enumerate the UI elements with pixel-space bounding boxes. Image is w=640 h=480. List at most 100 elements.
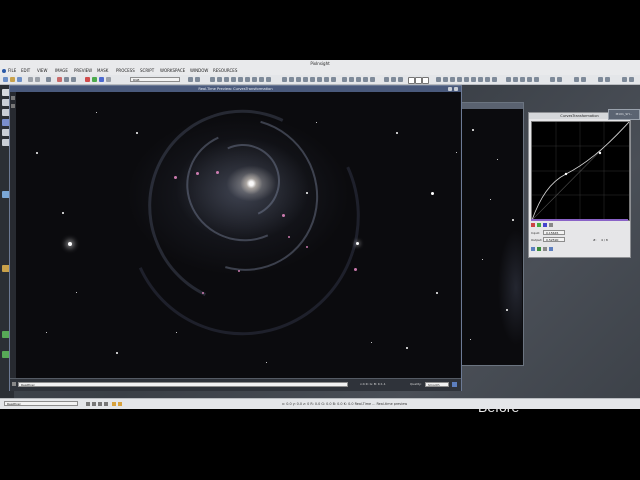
bg-gray-icon[interactable] xyxy=(415,77,422,84)
menu-script[interactable]: SCRIPT xyxy=(140,67,154,75)
channel-blue-icon[interactable] xyxy=(99,77,104,82)
menu-image[interactable]: IMAGE xyxy=(55,67,68,75)
curves-graph[interactable] xyxy=(531,121,630,221)
menu-resources[interactable]: RESOURCES xyxy=(213,67,237,75)
menu-file[interactable]: FILE xyxy=(8,67,16,75)
edit-preview-icon[interactable] xyxy=(245,77,250,82)
image-thumbnail[interactable]: M101_SH... xyxy=(608,109,640,120)
view-icon-e[interactable] xyxy=(598,77,603,82)
menu-mask[interactable]: MASK xyxy=(97,67,108,75)
new-instance-icon[interactable] xyxy=(531,247,535,251)
undo-icon[interactable] xyxy=(28,77,33,82)
mask-invert-icon[interactable] xyxy=(64,77,69,82)
process-icon-a[interactable] xyxy=(450,77,455,82)
crop-tool-icon[interactable] xyxy=(266,77,271,82)
preview-view-select[interactable]: RealPixel xyxy=(18,382,348,387)
dynamic-tool-icon[interactable] xyxy=(252,77,257,82)
status-icon-b[interactable] xyxy=(92,402,96,406)
mask-show-icon[interactable] xyxy=(71,77,76,82)
view-icon-g[interactable] xyxy=(622,77,627,82)
menu-edit[interactable]: EDIT xyxy=(21,67,30,75)
preview-close-icon[interactable] xyxy=(454,87,458,91)
preview-shade-icon[interactable] xyxy=(448,87,452,91)
channel-b-button[interactable] xyxy=(543,223,547,227)
zoom-2to1-icon[interactable] xyxy=(310,77,315,82)
window-icon-c[interactable] xyxy=(520,77,525,82)
pan-icon[interactable] xyxy=(217,77,222,82)
new-image-icon[interactable] xyxy=(3,77,8,82)
green-mode-icon[interactable] xyxy=(356,77,361,82)
status-icon-e[interactable] xyxy=(112,402,116,406)
zoom-out-tool-icon[interactable] xyxy=(231,77,236,82)
zoom-fit-icon[interactable] xyxy=(296,77,301,82)
view-icon-f[interactable] xyxy=(605,77,610,82)
apply-icon[interactable] xyxy=(537,247,541,251)
curve-svg[interactable] xyxy=(531,121,630,221)
secondary-image[interactable] xyxy=(462,109,522,364)
channel-r-button[interactable] xyxy=(531,223,535,227)
luminance-mode-icon[interactable] xyxy=(370,77,375,82)
curve-point[interactable] xyxy=(598,151,602,155)
zoom-in-icon[interactable] xyxy=(282,77,287,82)
process-icon-f[interactable] xyxy=(485,77,490,82)
history-icon[interactable] xyxy=(46,77,51,82)
secondary-image-window[interactable] xyxy=(460,102,524,366)
pixinsight-logo-icon[interactable] xyxy=(2,69,6,73)
red-mode-icon[interactable] xyxy=(349,77,354,82)
menu-process[interactable]: PROCESS xyxy=(116,67,135,75)
process-icon-d[interactable] xyxy=(471,77,476,82)
view-icon-h[interactable] xyxy=(629,77,634,82)
process-icon-b[interactable] xyxy=(457,77,462,82)
real-time-preview-icon[interactable] xyxy=(549,247,553,251)
galaxy-image[interactable] xyxy=(16,92,460,378)
curves-transformation-window[interactable]: CurvesTransformation Input: 0.15645 Outp… xyxy=(528,112,631,258)
menu-view[interactable]: VIEW xyxy=(37,67,47,75)
view-icon-a[interactable] xyxy=(550,77,555,82)
process-icon-e[interactable] xyxy=(478,77,483,82)
process-container-icon[interactable] xyxy=(436,77,441,82)
channel-select[interactable]: RGB xyxy=(130,77,180,82)
quality-select[interactable]: Smooth xyxy=(425,382,449,387)
channel-red-icon[interactable] xyxy=(85,77,90,82)
preview-lock-icon[interactable] xyxy=(12,382,16,386)
input-field[interactable]: 0.15645 xyxy=(543,230,565,235)
window-icon-a[interactable] xyxy=(506,77,511,82)
blue-mode-icon[interactable] xyxy=(363,77,368,82)
redo-icon[interactable] xyxy=(35,77,40,82)
save-icon[interactable] xyxy=(17,77,22,82)
menu-workspace[interactable]: WORKSPACE xyxy=(160,67,185,75)
window-icon-b[interactable] xyxy=(513,77,518,82)
menu-window[interactable]: WINDOW xyxy=(190,67,208,75)
view-icon-d[interactable] xyxy=(581,77,586,82)
grid-icon[interactable] xyxy=(384,77,389,82)
bg-black-icon[interactable] xyxy=(422,77,429,84)
new-preview-icon[interactable] xyxy=(238,77,243,82)
bg-white-icon[interactable] xyxy=(408,77,415,84)
preview-settings-icon[interactable] xyxy=(452,382,457,387)
preview-zoom-out-icon[interactable] xyxy=(11,104,15,108)
channel-g-button[interactable] xyxy=(537,223,541,227)
zoom-4to1-icon[interactable] xyxy=(324,77,329,82)
rgb-mode-icon[interactable] xyxy=(342,77,347,82)
rgb-channel-bar[interactable] xyxy=(531,219,628,221)
view-icon-b[interactable] xyxy=(557,77,562,82)
status-view-select[interactable]: RealPixel xyxy=(4,401,78,406)
view-icon-c[interactable] xyxy=(574,77,579,82)
process-explorer-icon[interactable] xyxy=(443,77,448,82)
mask-icon[interactable] xyxy=(57,77,62,82)
zoom-1to1-icon[interactable] xyxy=(303,77,308,82)
preview-zoom-in-icon[interactable] xyxy=(11,96,15,100)
readout-icon[interactable] xyxy=(210,77,215,82)
stf-auto-icon[interactable] xyxy=(195,77,200,82)
curve-point[interactable] xyxy=(564,172,568,176)
menu-preview[interactable]: PREVIEW xyxy=(74,67,92,75)
status-icon-a[interactable] xyxy=(86,402,90,406)
status-icon-d[interactable] xyxy=(104,402,108,406)
zoom-in-tool-icon[interactable] xyxy=(224,77,229,82)
output-field[interactable]: 0.52590 xyxy=(543,237,565,242)
window-icon-d[interactable] xyxy=(527,77,532,82)
status-icon-f[interactable] xyxy=(118,402,122,406)
layout-icon[interactable] xyxy=(391,77,396,82)
select-tool-icon[interactable] xyxy=(259,77,264,82)
channel-rgbk-button[interactable] xyxy=(549,223,553,227)
